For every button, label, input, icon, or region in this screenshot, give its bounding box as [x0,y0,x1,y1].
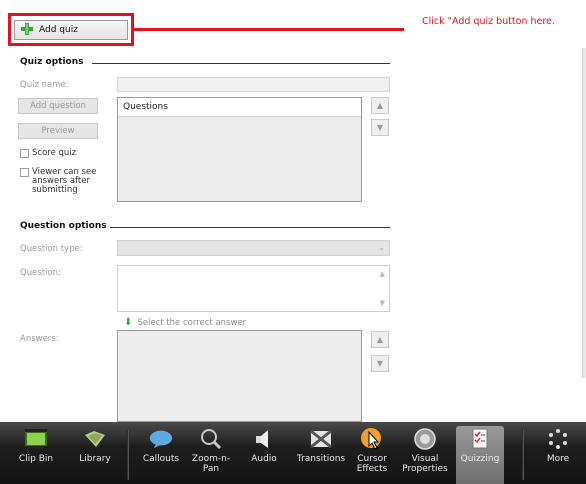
toolbar-zoom-n-pan[interactable]: Zoom-n-Pan [188,426,234,484]
toolbar-clip-bin[interactable]: Clip Bin [14,426,58,484]
viewer-answers-label: Viewer can see answers after submitting [32,167,97,195]
toolbar-separator [522,430,524,480]
toolbar-label: Visual Properties [402,454,448,474]
quiz-checklist-icon [467,426,493,452]
toolbar-label: Audio [251,454,277,464]
toolbar-label: Quizzing [460,454,500,464]
cursor-highlight-icon [359,426,385,452]
library-folder-icon [82,426,108,452]
viewer-answers-checkbox[interactable] [20,168,29,177]
scroll-down-icon[interactable]: ▼ [380,299,385,307]
toolbar-label: More [546,454,570,464]
speech-bubble-icon [148,426,174,452]
toolbar-cursor-effects[interactable]: Cursor Effects [352,426,392,484]
move-up-button[interactable]: ▲ [371,97,389,114]
toolbar-audio[interactable]: Audio [244,426,284,484]
toolbar-library[interactable]: Library [72,426,118,484]
transition-icon [308,426,334,452]
triangle-up-icon: ▲ [376,335,384,344]
questions-list[interactable]: Questions [117,97,362,202]
green-down-arrow-icon: ⬇ [124,317,133,328]
toolbar-transitions[interactable]: Transitions [292,426,350,484]
hint-text: Select the correct answer [137,317,247,328]
panel-scrollbar[interactable] [582,48,586,378]
quiz-options-title: Quiz options [20,57,84,67]
question-type-label: Question type: [20,244,83,254]
speaker-icon [251,426,277,452]
add-quiz-button[interactable]: Add quiz [14,20,128,40]
add-green-plus-icon [21,22,33,38]
toolbar-label: Zoom-n-Pan [191,454,231,474]
add-question-button[interactable]: Add question [18,98,98,114]
score-quiz-checkbox[interactable] [20,149,29,158]
answers-label: Answers: [20,334,59,344]
quiz-name-label: Quiz name: [20,80,69,90]
select-correct-answer-hint: ⬇ Select the correct answer [124,317,246,328]
question-options-rule [110,227,390,228]
more-dots-icon [545,426,571,452]
scroll-up-icon[interactable]: ▲ [380,270,385,278]
move-down-button[interactable]: ▼ [371,119,389,136]
preview-button[interactable]: Preview [18,123,98,139]
magnifier-icon [198,426,224,452]
triangle-up-icon: ▲ [376,101,384,110]
toolbar-quizzing[interactable]: Quizzing [456,426,504,484]
add-quiz-label: Add quiz [39,25,78,35]
answers-list[interactable] [117,330,362,422]
question-type-select[interactable]: ⌄ [117,240,390,256]
toolbar-more[interactable]: More [538,426,578,484]
triangle-down-icon: ▼ [376,123,384,132]
answer-down-button[interactable]: ▼ [371,355,389,372]
question-options-title: Question options [20,221,107,231]
film-strip-icon [23,426,49,452]
score-quiz-label: Score quiz [32,148,77,158]
question-label: Question: [20,268,61,278]
toolbar-label: Library [79,454,111,464]
questions-list-header: Questions [118,98,361,117]
toolbar-callouts[interactable]: Callouts [138,426,184,484]
quiz-name-field[interactable] [117,77,390,92]
answer-up-button[interactable]: ▲ [371,331,389,348]
toolbar-label: Clip Bin [18,454,54,464]
callout-arrow-line [134,28,404,31]
toolbar-separator [127,430,129,480]
triangle-down-icon: ▼ [376,359,384,368]
toolbar-label: Transitions [296,454,346,464]
toolbar-label: Cursor Effects [356,454,388,474]
chevron-down-icon: ⌄ [378,243,385,252]
visual-properties-icon [412,426,438,452]
quiz-options-rule [92,63,390,64]
question-textarea[interactable]: ▲ ▼ [117,265,390,312]
toolbar-label: Callouts [142,454,180,464]
callout-text: Click "Add quiz button here. [422,16,555,27]
toolbar-visual-properties[interactable]: Visual Properties [402,426,448,484]
